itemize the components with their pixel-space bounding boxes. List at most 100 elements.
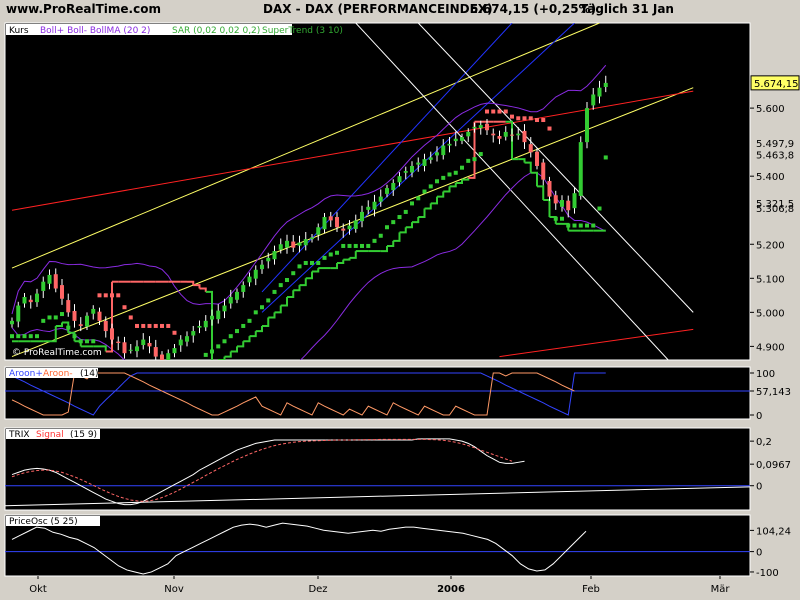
last-quote: 5.674,15 (+0,25%) (470, 2, 597, 16)
sar-dot (78, 339, 83, 344)
candle-body (228, 297, 233, 304)
sar-dot (316, 260, 321, 265)
candle-body (78, 324, 83, 326)
sar-dot (66, 325, 71, 330)
candle-body (553, 195, 558, 204)
aroon-panel: Aroon+ Aroon- (14) 100 57,143 0 (4, 366, 791, 422)
candle-body (516, 133, 521, 136)
sar-dot (122, 305, 127, 310)
candle-body (16, 305, 21, 322)
y-tick-label: -100 (756, 568, 779, 579)
sar-dot (385, 225, 389, 230)
sar-dot (47, 315, 52, 320)
legend-trix-signal: Signal (36, 430, 64, 440)
sar-dot (416, 196, 421, 201)
sar-dot (241, 323, 246, 328)
candle-body (103, 320, 108, 332)
candle-body (41, 281, 46, 291)
candle-body (278, 244, 283, 250)
y-tick-label: 5.600 (756, 104, 785, 115)
sar-dot (116, 293, 121, 298)
candle-body (503, 131, 508, 137)
candle-body (372, 201, 377, 210)
candle-body (366, 206, 371, 210)
indicator-price-tag: 5.497,9 (756, 139, 794, 150)
sar-dot (553, 216, 558, 221)
candle-body (453, 138, 458, 142)
candle-body (466, 131, 471, 137)
candle-body (116, 341, 121, 343)
price-legend: Kurs Boll+ Boll- BollMA (20 2) SAR (0,02… (6, 24, 343, 36)
y-tick-label: 0 (756, 482, 762, 493)
candle-body (285, 240, 289, 248)
candle-body (160, 354, 164, 360)
chart-canvas: © ProRealTime.com Kurs Boll+ Boll- BollM… (0, 18, 800, 600)
candle-body (310, 237, 314, 240)
sar-dot (435, 179, 439, 184)
sar-dot (310, 260, 314, 265)
sar-dot (516, 116, 521, 121)
candle-body (416, 162, 421, 165)
sar-dot (28, 334, 33, 339)
sar-dot (541, 118, 546, 123)
candle-body (135, 346, 139, 352)
sar-dot (110, 293, 114, 298)
legend-trix: TRIX (8, 430, 30, 440)
sar-dot (353, 243, 358, 248)
candle-body (197, 325, 202, 328)
candle-body (341, 228, 346, 231)
indicator-price-tag: 5.463,8 (756, 150, 794, 161)
candle-body (535, 151, 539, 166)
sar-dot (472, 157, 477, 162)
instrument-name: DAX - DAX (PERFORMANCEINDEX) (263, 2, 493, 16)
sar-dot (341, 243, 346, 248)
title-bar: www.ProRealTime.com DAX - DAX (PERFORMAN… (0, 0, 800, 18)
candle-body (478, 125, 483, 129)
candle-body (510, 134, 514, 136)
sar-dot (428, 184, 433, 189)
sar-dot (447, 172, 452, 177)
candle-body (435, 152, 439, 156)
y-tick-label: 0 (756, 411, 762, 422)
candle-body (28, 299, 33, 303)
sar-dot (22, 334, 27, 339)
priceosc-panel: PriceOsc (5 25) 104,24 0 -100 (4, 514, 791, 579)
indicator-price-tag: 5.306,8 (756, 204, 794, 215)
candle-body (316, 227, 321, 235)
sar-dot (266, 298, 271, 303)
candle-body (191, 331, 196, 336)
sar-dot (410, 201, 414, 206)
trix-panel: TRIX Signal (15 9) 0,2 0,0967 0 (4, 427, 791, 511)
watermark: © ProRealTime.com (12, 348, 102, 358)
sar-dot (147, 323, 152, 328)
y-tick-label: 5.200 (756, 240, 785, 251)
sar-dot (203, 352, 208, 357)
candle-body (528, 144, 533, 153)
sar-dot (247, 318, 252, 323)
candle-body (235, 291, 239, 300)
sar-dot (422, 189, 427, 194)
y-tick-label: 0 (756, 548, 762, 559)
candle-body (422, 159, 427, 166)
candle-body (591, 94, 596, 106)
candle-body (297, 242, 302, 246)
price-panel: © ProRealTime.com Kurs Boll+ Boll- BollM… (4, 22, 800, 361)
x-tick-label: 2006 (437, 584, 465, 595)
candle-body (141, 339, 146, 346)
sar-dot (328, 252, 333, 257)
sar-dot (572, 223, 577, 228)
candle-body (303, 239, 308, 246)
sar-dot (210, 349, 214, 354)
sar-dot (60, 312, 64, 317)
sar-dot (103, 293, 108, 298)
sar-dot (403, 209, 408, 214)
y-tick-label: 57,143 (756, 387, 791, 398)
sar-dot (253, 310, 258, 315)
x-tick-label: Mär (711, 584, 731, 595)
sar-dot (222, 339, 227, 344)
candle-body (378, 196, 383, 202)
sar-dot (10, 334, 14, 339)
candle-body (247, 276, 252, 283)
candle-body (272, 251, 277, 260)
sar-dot (441, 175, 446, 180)
